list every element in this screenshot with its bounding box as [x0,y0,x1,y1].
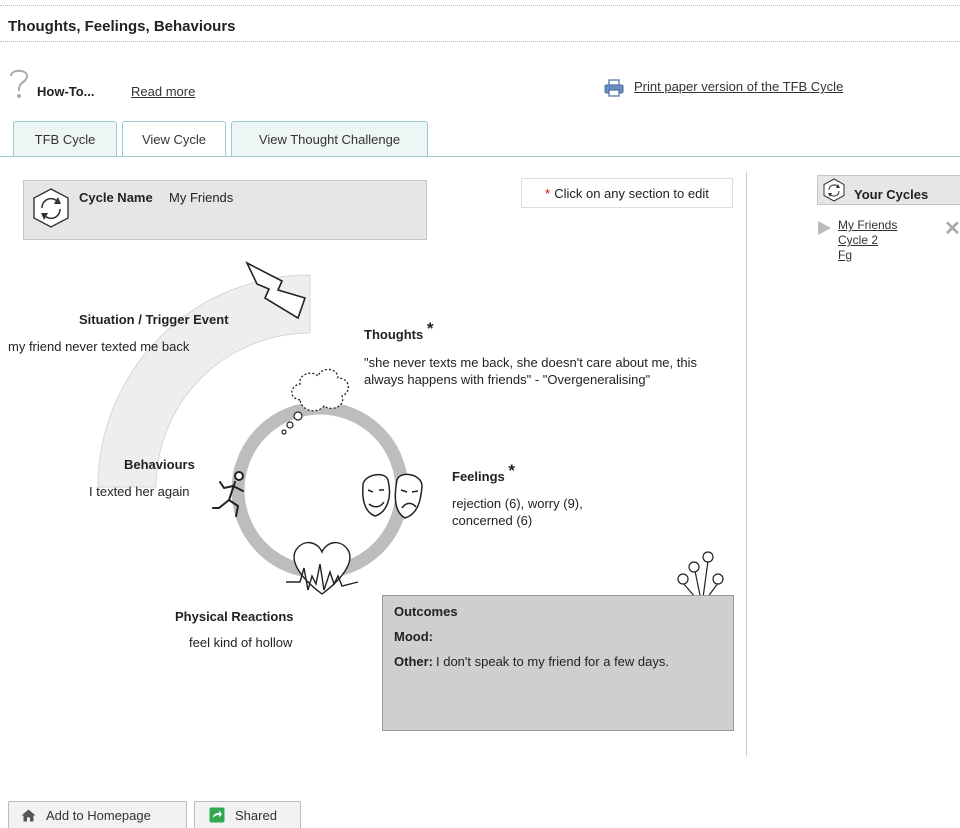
cycle-refresh-icon [33,188,69,228]
title-rule [0,41,960,42]
feelings-title-text: Feelings [452,469,505,484]
heart-pulse-icon [286,542,359,595]
question-mark-icon[interactable] [6,66,32,100]
shared-button[interactable]: Shared [194,801,301,828]
home-icon [21,809,36,821]
top-rule [0,5,960,6]
behaviours-title: Behaviours [124,457,195,472]
thoughts-title: Thoughts * [364,319,433,344]
click-note-text: Click on any section to edit [554,185,709,201]
click-to-edit-note: * Click on any section to edit [521,178,733,208]
printer-icon[interactable] [604,79,624,97]
add-to-homepage-button[interactable]: Add to Homepage [8,801,187,828]
behaviours-text[interactable]: I texted her again [89,484,189,499]
share-icon [209,807,225,823]
outcomes-mood-label: Mood: [394,629,433,644]
page-title: Thoughts, Feelings, Behaviours [8,18,236,35]
situation-title: Situation / Trigger Event [79,312,229,327]
thoughts-text-line-1[interactable]: "she never texts me back, she doesn't ca… [364,355,697,370]
tab-baseline [0,156,960,157]
play-triangle-icon [818,221,831,235]
your-cycles-item-fg[interactable]: Fg [838,248,852,262]
feelings-text-line-1[interactable]: rejection (6), worry (9), [452,496,583,511]
remove-cycle-icon[interactable]: ✕ [944,216,960,241]
your-cycles-item-my-friends[interactable]: My Friends [838,218,897,232]
tab-view-thought-challenge[interactable]: View Thought Challenge [231,121,428,157]
cycle-name-value[interactable]: My Friends [169,190,233,205]
outcomes-other-value[interactable]: I don't speak to my friend for a few day… [436,654,669,669]
physical-reactions-title: Physical Reactions [175,609,294,624]
required-star: * [545,185,551,201]
feelings-required-star: * [508,461,515,480]
thoughts-title-text: Thoughts [364,327,424,342]
print-paper-version-link[interactable]: Print paper version of the TFB Cycle [634,79,843,94]
outcomes-title: Outcomes [394,604,458,619]
your-cycles-item-cycle-2[interactable]: Cycle 2 [838,233,878,247]
thoughts-required-star: * [426,319,434,338]
physical-reactions-text[interactable]: feel kind of hollow [189,635,292,650]
tab-view-cycle[interactable]: View Cycle [122,121,226,157]
shared-label: Shared [235,807,277,823]
thought-cloud-icon [281,368,349,435]
theatre-masks-icon [362,473,423,519]
feelings-title: Feelings * [452,461,515,486]
add-to-homepage-label: Add to Homepage [46,807,151,823]
cycle-name-label: Cycle Name [79,190,153,205]
outcomes-other-label: Other: [394,654,433,669]
situation-text[interactable]: my friend never texted me back [8,339,189,354]
tab-tfb-cycle[interactable]: TFB Cycle [13,121,117,157]
your-cycles-title: Your Cycles [854,187,929,202]
read-more-link[interactable]: Read more [131,84,195,99]
cycle-name-box[interactable] [23,180,427,240]
thoughts-text-line-2[interactable]: always happens with friends" - "Overgene… [364,372,650,387]
howto-label: How-To... [37,84,95,99]
feelings-text-line-2[interactable]: concerned (6) [452,513,532,528]
cycle-refresh-icon [823,178,845,202]
